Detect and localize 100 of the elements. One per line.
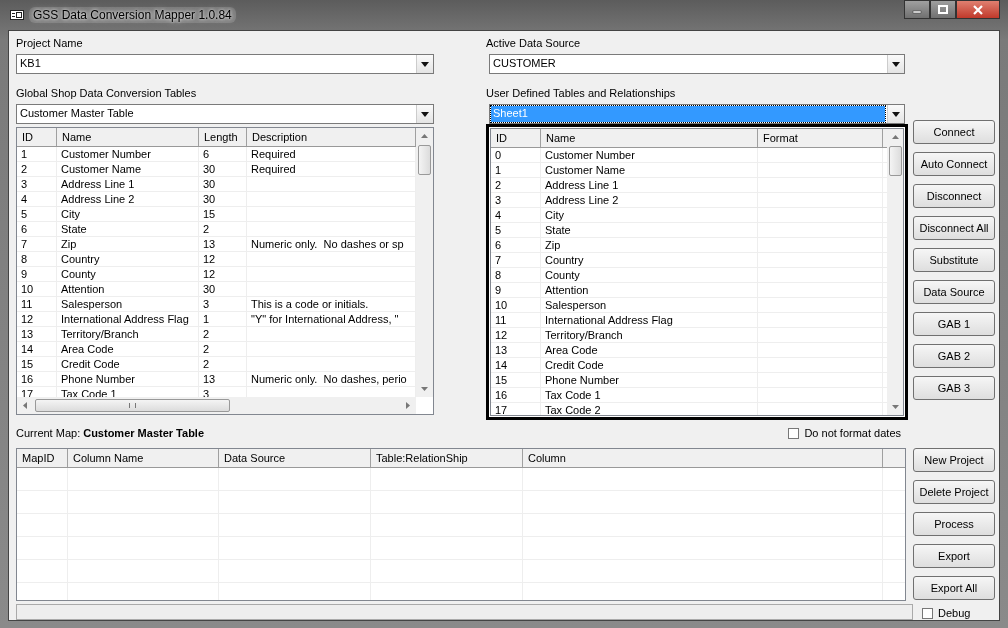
- button[interactable]: GAB 3: [913, 376, 995, 400]
- table-cell: 30: [199, 162, 247, 176]
- column-header[interactable]: MapID: [17, 449, 68, 467]
- scroll-left-icon[interactable]: [22, 402, 29, 409]
- scroll-right-icon[interactable]: [404, 402, 411, 409]
- table-cell: International Address Flag: [57, 312, 199, 326]
- horizontal-scrollbar[interactable]: [17, 397, 416, 414]
- table-cell: Phone Number: [57, 372, 199, 386]
- table-cell: 6: [491, 238, 541, 252]
- maximize-button[interactable]: [930, 0, 956, 19]
- column-header[interactable]: ID: [491, 129, 541, 147]
- dropdown-button[interactable]: [416, 105, 433, 123]
- dropdown-field[interactable]: KB1: [16, 54, 434, 74]
- table-cell: 15: [491, 373, 541, 387]
- table-cell: 6: [199, 147, 247, 161]
- button[interactable]: Auto Connect: [913, 152, 995, 176]
- scroll-thumb[interactable]: [418, 145, 431, 175]
- column-header[interactable]: Format: [758, 129, 883, 147]
- table-cell: 8: [491, 268, 541, 282]
- table-cell: 2: [199, 222, 247, 236]
- table-cell: Customer Number: [541, 148, 758, 162]
- table-cell: 16: [17, 372, 57, 386]
- scroll-thumb[interactable]: [35, 399, 230, 412]
- table-cell: Credit Code: [541, 358, 758, 372]
- table-cell: Territory/Branch: [541, 328, 758, 342]
- table-cell: 13: [199, 237, 247, 251]
- table-cell: 2: [199, 342, 247, 356]
- button[interactable]: Export All: [913, 576, 995, 600]
- dropdown-button[interactable]: [416, 55, 433, 73]
- table-cell: Tax Code 2: [541, 403, 758, 415]
- table-cell: 12: [199, 252, 247, 266]
- column-header[interactable]: Column: [523, 449, 883, 467]
- scroll-up-icon[interactable]: [421, 133, 428, 140]
- table-cell: 7: [491, 253, 541, 267]
- table-cell: Area Code: [541, 343, 758, 357]
- table-cell: 2: [491, 178, 541, 192]
- table-cell: 1: [199, 312, 247, 326]
- maximize-icon: [938, 5, 948, 14]
- scroll-up-icon[interactable]: [891, 134, 899, 141]
- table-cell: 1: [17, 147, 57, 161]
- table-cell: 2: [199, 357, 247, 371]
- table-cell: 14: [17, 342, 57, 356]
- column-header[interactable]: ID: [17, 128, 57, 146]
- table-cell: Area Code: [57, 342, 199, 356]
- button[interactable]: Substitute: [913, 248, 995, 272]
- table-cell: 14: [491, 358, 541, 372]
- button[interactable]: Export: [913, 544, 995, 568]
- button[interactable]: Delete Project: [913, 480, 995, 504]
- button[interactable]: Process: [913, 512, 995, 536]
- table-cell: Country: [57, 252, 199, 266]
- column-header[interactable]: Table:RelationShip: [371, 449, 523, 467]
- scroll-thumb[interactable]: [888, 146, 902, 176]
- app-icon: [10, 10, 24, 20]
- table-cell: Attention: [541, 283, 758, 297]
- table-cell: Address Line 1: [57, 177, 199, 191]
- vertical-scrollbar[interactable]: [416, 128, 433, 397]
- table-cell: 12: [17, 312, 57, 326]
- vertical-scrollbar[interactable]: [887, 128, 904, 416]
- column-header[interactable]: Name: [57, 128, 199, 146]
- table-cell: Salesperson: [57, 297, 199, 311]
- checkbox[interactable]: [788, 427, 800, 439]
- dropdown-field[interactable]: Customer Master Table: [16, 104, 434, 124]
- button[interactable]: New Project: [913, 448, 995, 472]
- table-cell: Attention: [57, 282, 199, 296]
- button[interactable]: GAB 1: [913, 312, 995, 336]
- table-cell: 1: [491, 163, 541, 177]
- minimize-button[interactable]: [904, 0, 930, 19]
- caret-icon: [421, 61, 429, 67]
- column-header[interactable]: Name: [541, 129, 758, 147]
- close-button[interactable]: [956, 0, 1000, 19]
- button[interactable]: Data Source: [913, 280, 995, 304]
- table-cell: City: [57, 207, 199, 221]
- table-cell: 7: [17, 237, 57, 251]
- column-header[interactable]: Length: [199, 128, 247, 146]
- table-cell: Salesperson: [541, 298, 758, 312]
- button[interactable]: Connect: [913, 120, 995, 144]
- dropdown-field[interactable]: CUSTOMER: [489, 54, 905, 74]
- table-cell: International Address Flag: [541, 313, 758, 327]
- button[interactable]: Disconnect All: [913, 216, 995, 240]
- dropdown-button[interactable]: [887, 55, 904, 73]
- table-cell: 4: [491, 208, 541, 222]
- table-cell: State: [57, 222, 199, 236]
- scroll-down-icon[interactable]: [421, 385, 428, 392]
- table-cell: Customer Name: [57, 162, 199, 176]
- button[interactable]: GAB 2: [913, 344, 995, 368]
- table-cell: 3: [491, 193, 541, 207]
- column-header[interactable]: Column Name: [68, 449, 219, 467]
- column-header[interactable]: Data Source: [219, 449, 371, 467]
- dropdown-button[interactable]: [887, 105, 904, 123]
- button[interactable]: Disconnect: [913, 184, 995, 208]
- table-cell: 30: [199, 282, 247, 296]
- table-cell: 12: [199, 267, 247, 281]
- table-cell: 30: [199, 177, 247, 191]
- table-cell: 15: [17, 357, 57, 371]
- field-label: Global Shop Data Conversion Tables: [16, 87, 198, 101]
- table-cell: 13: [199, 372, 247, 386]
- checkbox[interactable]: [922, 607, 933, 619]
- scroll-down-icon[interactable]: [891, 403, 899, 410]
- table-cell: 8: [17, 252, 57, 266]
- table-cell: 12: [491, 328, 541, 342]
